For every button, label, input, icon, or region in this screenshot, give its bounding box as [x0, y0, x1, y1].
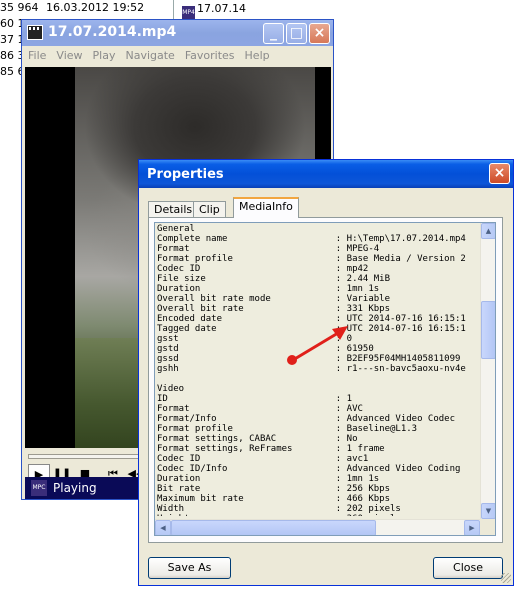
mediainfo-line: Format settings, CABAC : No — [157, 434, 358, 444]
scroll-right-button[interactable]: ▶ — [464, 520, 480, 535]
mediainfo-panel: General Complete name : H:\Temp\17.07.201… — [148, 217, 503, 543]
background-file-row[interactable]: 35 964 16.03.2012 19:52 — [0, 0, 170, 16]
minimize-button[interactable]: _ — [263, 23, 284, 44]
mediainfo-line: Format : AVC — [157, 404, 363, 414]
mediainfo-line: Bit rate : 256 Kbps — [157, 484, 390, 494]
mediainfo-line — [157, 374, 482, 384]
tab-mediainfo[interactable]: MediaInfo — [233, 197, 299, 218]
mediainfo-line: Format profile : Base Media / Version 2 — [157, 254, 466, 264]
clapperboard-icon — [27, 25, 43, 40]
column-divider — [173, 0, 174, 20]
mediainfo-line: Codec ID : avc1 — [157, 454, 369, 464]
horizontal-scrollbar[interactable]: ◀ ▶ — [155, 519, 480, 535]
resize-grip[interactable] — [501, 573, 511, 583]
dialog-titlebar[interactable]: Properties × — [139, 160, 513, 188]
mpc-logo-icon: MPC — [31, 480, 47, 496]
mediainfo-line: File size : 2.44 MiB — [157, 274, 390, 284]
menu-item-file[interactable]: File — [28, 46, 46, 66]
mp4-file-icon: MP4 — [182, 6, 195, 19]
player-titlebar[interactable]: 17.07.2014.mp4 _ □ × — [22, 20, 333, 46]
mediainfo-line: Height : 360 pixels — [157, 514, 482, 516]
close-player-button[interactable]: × — [309, 23, 330, 44]
player-menu-bar: File View Play Navigate Favorites Help — [22, 46, 333, 66]
mediainfo-line: Format profile : Baseline@L1.3 — [157, 424, 418, 434]
scroll-down-button[interactable]: ▼ — [481, 503, 495, 519]
mediainfo-line: Tagged date : UTC 2014-07-16 16:15:1 — [157, 324, 466, 334]
mediainfo-line: gshh : r1---sn-bavc5aoxu-nv4e — [157, 364, 466, 374]
vertical-scrollbar[interactable]: ▲ ▼ — [480, 223, 495, 519]
mediainfo-line: Maximum bit rate : 466 Kbps — [157, 494, 390, 504]
mediainfo-line: Duration : 1mn 1s — [157, 474, 380, 484]
menu-item-favorites[interactable]: Favorites — [185, 46, 235, 66]
mediainfo-text: General Complete name : H:\Temp\17.07.201… — [157, 224, 482, 516]
mediainfo-line: Format settings, ReFrames : 1 frame — [157, 444, 385, 454]
menu-item-view[interactable]: View — [56, 46, 82, 66]
mediainfo-line: Overall bit rate : 331 Kbps — [157, 304, 390, 314]
mediainfo-line: Duration : 1mn 1s — [157, 284, 380, 294]
scroll-left-button[interactable]: ◀ — [155, 520, 171, 535]
status-text: Playing — [53, 481, 97, 495]
close-button[interactable]: Close — [433, 557, 503, 579]
mediainfo-line: Width : 202 pixels — [157, 504, 401, 514]
mediainfo-line: gsst : 0 — [157, 334, 353, 344]
close-dialog-button[interactable]: × — [489, 163, 510, 184]
mediainfo-line: Codec ID/Info : Advanced Video Coding — [157, 464, 461, 474]
player-title: 17.07.2014.mp4 — [48, 24, 177, 40]
mediainfo-line: General — [157, 224, 195, 234]
mediainfo-line: gssd : B2EF95F04MH1405811099 — [157, 354, 461, 364]
mediainfo-line: Overall bit rate mode : Variable — [157, 294, 390, 304]
mediainfo-line: Format : MPEG-4 — [157, 244, 380, 254]
save-as-button[interactable]: Save As — [148, 557, 231, 579]
maximize-button[interactable]: □ — [286, 23, 307, 44]
scrollbar-corner — [480, 519, 495, 535]
mediainfo-text-box[interactable]: General Complete name : H:\Temp\17.07.201… — [154, 222, 496, 536]
mediainfo-line: gstd : 61950 — [157, 344, 374, 354]
menu-item-help[interactable]: Help — [245, 46, 270, 66]
vertical-scroll-thumb[interactable] — [481, 301, 495, 359]
mediainfo-line: ID : 1 — [157, 394, 353, 404]
mediainfo-line: Complete name : H:\Temp\17.07.2014.mp4 — [157, 234, 466, 244]
background-file-item[interactable]: MP4 17.07.14 — [182, 2, 246, 19]
mediainfo-line: Format/Info : Advanced Video Codec — [157, 414, 456, 424]
dialog-title: Properties — [147, 167, 224, 182]
menu-item-navigate[interactable]: Navigate — [125, 46, 174, 66]
file-size: 35 964 — [0, 1, 39, 14]
horizontal-scroll-thumb[interactable] — [171, 520, 376, 535]
scroll-up-button[interactable]: ▲ — [481, 223, 495, 239]
background-file-label: 17.07.14 — [197, 2, 246, 15]
mediainfo-line: Encoded date : UTC 2014-07-16 16:15:1 — [157, 314, 466, 324]
mediainfo-line: Codec ID : mp42 — [157, 264, 369, 274]
menu-item-play[interactable]: Play — [93, 46, 116, 66]
file-date: 16.03.2012 19:52 — [46, 1, 145, 14]
properties-dialog: Properties × Details Clip MediaInfo Gene… — [138, 159, 514, 586]
mediainfo-line: Video — [157, 384, 185, 394]
